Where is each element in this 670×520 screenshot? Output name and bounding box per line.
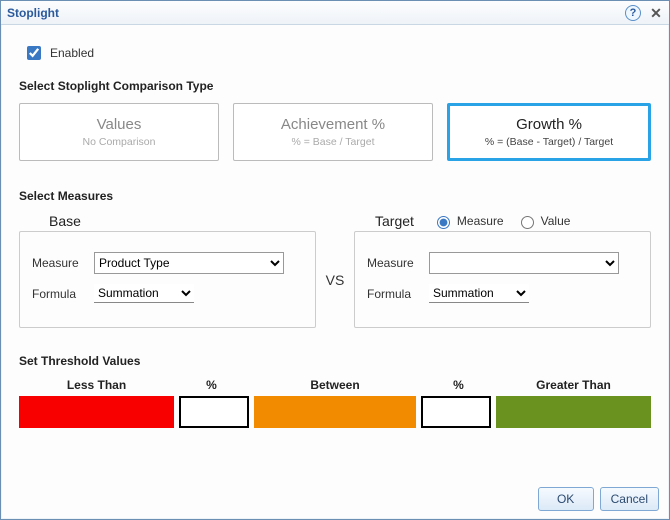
enabled-checkbox[interactable] <box>27 46 41 60</box>
threshold-less-color <box>19 396 174 428</box>
titlebar: Stoplight ? ✕ <box>1 1 669 25</box>
threshold-pct1-label: % <box>174 378 249 392</box>
threshold-greater-color <box>496 396 651 428</box>
target-mode-radios: Measure Value <box>432 213 571 229</box>
help-icon[interactable]: ? <box>625 5 641 21</box>
comparison-card-sub: % = (Base - Target) / Target <box>485 136 613 148</box>
cancel-button[interactable]: Cancel <box>600 487 659 511</box>
close-icon[interactable]: ✕ <box>649 6 663 20</box>
thresholds-header: Set Threshold Values <box>19 354 651 368</box>
threshold-header-row: Less Than % Between % Greater Than <box>19 378 651 392</box>
target-measure-select[interactable] <box>429 252 619 274</box>
base-panel: Measure Product Type Formula Summation <box>19 231 316 328</box>
threshold-pct2-input[interactable] <box>421 396 491 428</box>
target-mode-value-radio[interactable] <box>521 216 534 229</box>
comparison-card-sub: % = Base / Target <box>292 136 375 148</box>
threshold-between-label: Between <box>249 378 421 392</box>
threshold-between-color <box>254 396 416 428</box>
threshold-pct1-input[interactable] <box>179 396 249 428</box>
target-formula-label: Formula <box>367 287 429 301</box>
comparison-card-sub: No Comparison <box>83 136 156 148</box>
vs-label: VS <box>316 231 354 328</box>
target-mode-value[interactable]: Value <box>516 213 571 229</box>
target-measure-label: Measure <box>367 256 429 270</box>
target-mode-measure[interactable]: Measure <box>432 213 504 229</box>
threshold-less-label: Less Than <box>19 378 174 392</box>
base-formula-select[interactable]: Summation <box>94 284 194 303</box>
target-mode-measure-radio[interactable] <box>437 216 450 229</box>
comparison-card-title: Achievement % <box>281 116 385 133</box>
comparison-card-title: Growth % <box>516 116 582 133</box>
target-title: Target <box>375 213 414 229</box>
button-bar: OK Cancel <box>538 487 659 511</box>
base-measure-select[interactable]: Product Type <box>94 252 284 274</box>
base-measure-label: Measure <box>32 256 94 270</box>
threshold-pct2-label: % <box>421 378 496 392</box>
window-title: Stoplight <box>7 6 59 20</box>
comparison-card-title: Values <box>97 116 142 133</box>
base-title: Base <box>49 213 81 229</box>
comparison-card-values[interactable]: Values No Comparison <box>19 103 219 161</box>
target-formula-select[interactable]: Summation <box>429 284 529 303</box>
comparison-type-row: Values No Comparison Achievement % % = B… <box>19 103 651 161</box>
measures-header: Select Measures <box>19 189 651 203</box>
threshold-greater-label: Greater Than <box>496 378 651 392</box>
threshold-bar <box>19 396 651 428</box>
ok-button[interactable]: OK <box>538 487 594 511</box>
enabled-label: Enabled <box>50 46 94 60</box>
target-panel: Measure Formula Summation <box>354 231 651 328</box>
comparison-card-growth[interactable]: Growth % % = (Base - Target) / Target <box>447 103 651 161</box>
comparison-card-achievement[interactable]: Achievement % % = Base / Target <box>233 103 433 161</box>
comparison-header: Select Stoplight Comparison Type <box>19 79 651 93</box>
base-formula-label: Formula <box>32 287 94 301</box>
stoplight-dialog: Stoplight ? ✕ Enabled Select Stoplight C… <box>0 0 670 520</box>
